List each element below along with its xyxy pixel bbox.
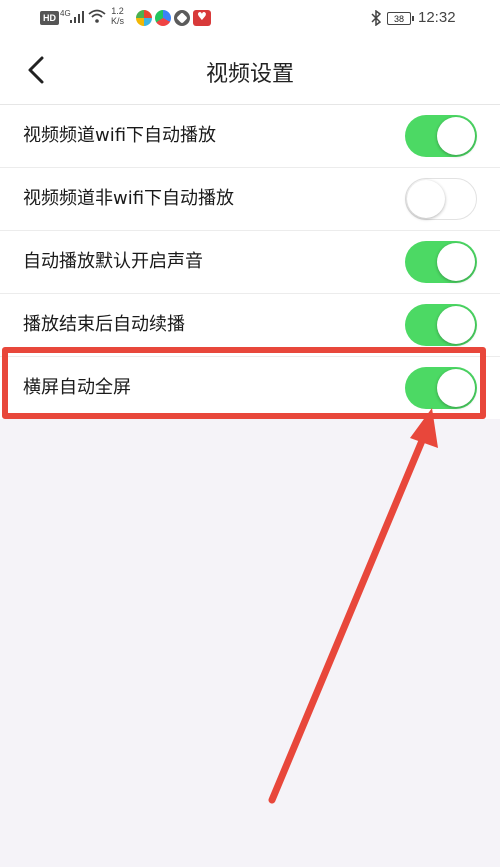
setting-label: 视频频道wifi下自动播放 — [23, 125, 217, 146]
setting-row-wifi-autoplay: 视频频道wifi下自动播放 — [0, 105, 500, 168]
setting-label: 横屏自动全屏 — [23, 377, 131, 398]
status-time: 12:32 — [418, 9, 456, 26]
toggle-knob — [437, 369, 475, 407]
setting-label: 自动播放默认开启声音 — [23, 251, 203, 272]
toggle-knob — [437, 306, 475, 344]
network-speed: 1.2 K/s — [111, 6, 124, 26]
nav-bar: 视频设置 — [0, 38, 500, 105]
toggle-switch[interactable] — [405, 304, 477, 346]
app-notification-icon — [174, 10, 190, 26]
wifi-icon — [88, 9, 106, 23]
setting-label: 视频频道非wifi下自动播放 — [23, 188, 235, 209]
setting-row-auto-continue: 播放结束后自动续播 — [0, 294, 500, 357]
page-title: 视频设置 — [205, 62, 294, 87]
battery-indicator: 38 — [387, 12, 414, 25]
setting-row-non-wifi-autoplay: 视频频道非wifi下自动播放 — [0, 168, 500, 231]
toggle-knob — [407, 180, 445, 218]
signal-icon — [70, 11, 84, 23]
network-speed-unit: K/s — [111, 16, 125, 26]
toggle-switch[interactable] — [405, 178, 477, 220]
app-notification-icon — [136, 10, 152, 26]
hd-badge: HD — [40, 11, 59, 25]
toggle-switch[interactable] — [405, 367, 477, 409]
settings-list: 视频频道wifi下自动播放 视频频道非wifi下自动播放 自动播放默认开启声音 … — [0, 105, 500, 419]
setting-row-landscape-fullscreen: 横屏自动全屏 — [0, 357, 500, 419]
network-speed-value: 1.2 — [111, 6, 124, 16]
toggle-knob — [437, 243, 475, 281]
toggle-knob — [437, 117, 475, 155]
toggle-switch[interactable] — [405, 115, 477, 157]
app-notification-icon — [155, 10, 171, 26]
heart-app-icon — [193, 10, 211, 26]
toggle-switch[interactable] — [405, 241, 477, 283]
status-bar: HD 4G 1.2 K/s 38 12:32 — [0, 0, 500, 38]
setting-row-sound-on: 自动播放默认开启声音 — [0, 231, 500, 294]
bluetooth-icon — [371, 10, 381, 26]
setting-label: 播放结束后自动续播 — [23, 314, 185, 335]
